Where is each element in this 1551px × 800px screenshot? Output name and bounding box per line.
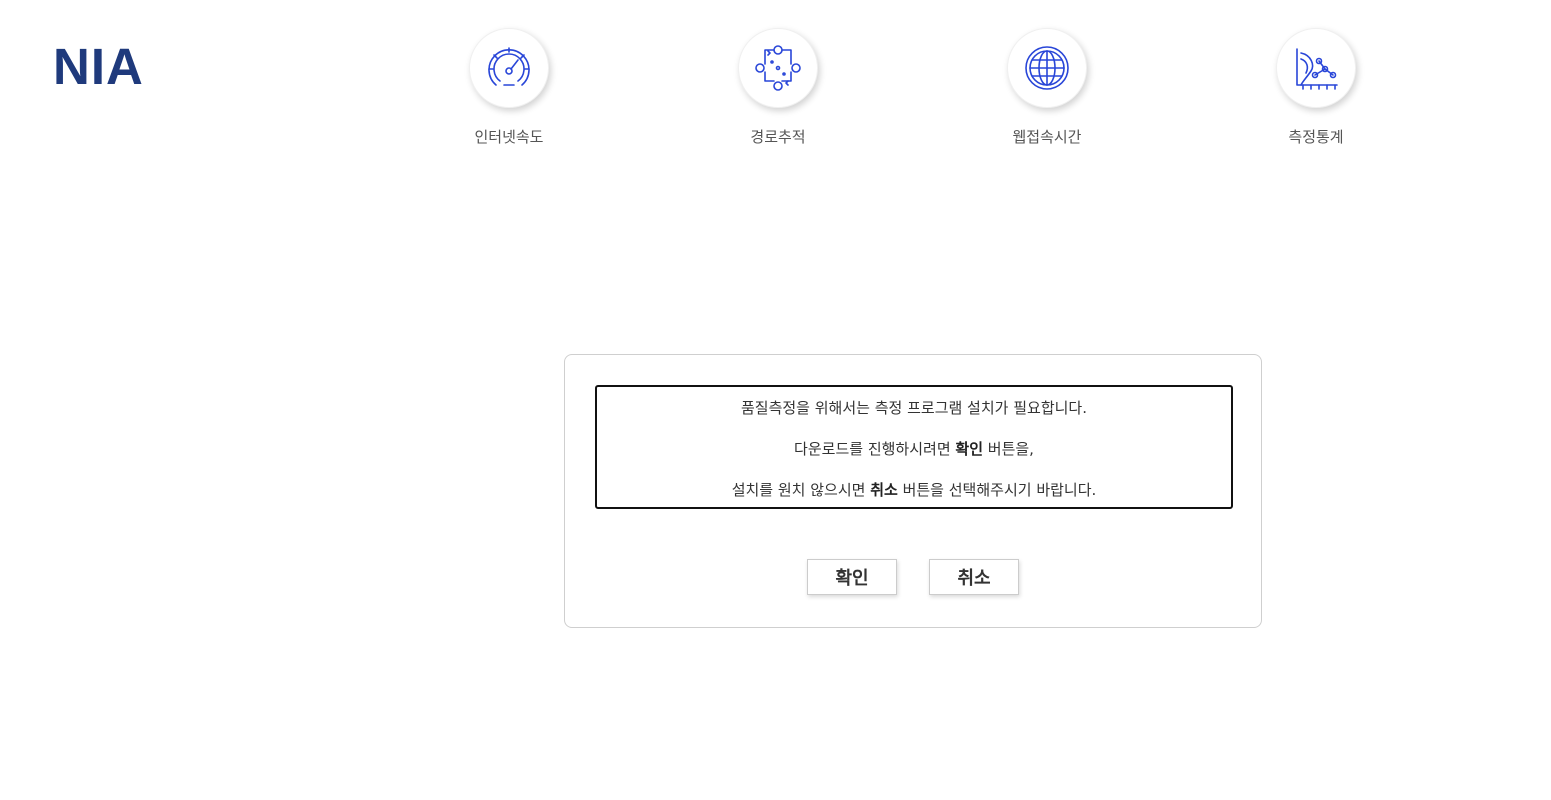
nav-label: 경로추적: [750, 128, 806, 146]
page: NIA 인터넷속도 경로추적 웹접속시간 측정통계 품질측정을 위해서는 측정 …: [0, 0, 1551, 800]
nav-label: 인터넷속도: [474, 128, 544, 146]
cancel-button[interactable]: 취소: [929, 559, 1019, 595]
message-line-3: 설치를 원치 않으시면 취소 버튼을 선택해주시기 바랍니다.: [731, 481, 1097, 499]
nav-label: 웹접속시간: [1012, 128, 1082, 146]
cancel-emphasis: 취소: [870, 481, 898, 499]
globe-icon: [1025, 46, 1069, 90]
nav-item-internet-speed[interactable]: 인터넷속도: [429, 28, 589, 146]
top-navigation: 인터넷속도 경로추적 웹접속시간 측정통계: [0, 28, 1551, 158]
message-line-1: 품질측정을 위해서는 측정 프로그램 설치가 필요합니다.: [740, 399, 1087, 417]
message-box: 품질측정을 위해서는 측정 프로그램 설치가 필요합니다. 다운로드를 진행하시…: [595, 385, 1233, 509]
route-trace-icon: [755, 45, 801, 91]
confirm-emphasis: 확인: [955, 440, 983, 458]
nav-label: 측정통계: [1288, 128, 1344, 146]
confirm-button[interactable]: 확인: [807, 559, 897, 595]
install-dialog: 품질측정을 위해서는 측정 프로그램 설치가 필요합니다. 다운로드를 진행하시…: [564, 354, 1262, 628]
statistics-icon: [1296, 48, 1338, 90]
nav-icon-circle[interactable]: [1276, 28, 1356, 108]
speedometer-icon: [488, 47, 530, 86]
nav-icon-circle[interactable]: [469, 28, 549, 108]
nav-item-route-trace[interactable]: 경로추적: [698, 28, 858, 146]
nav-icon-circle[interactable]: [738, 28, 818, 108]
nav-icon-circle[interactable]: [1007, 28, 1087, 108]
nav-item-web-access-time[interactable]: 웹접속시간: [967, 28, 1127, 146]
message-line-2: 다운로드를 진행하시려면 확인 버튼을,: [794, 440, 1034, 458]
nav-item-measurement-statistics[interactable]: 측정통계: [1236, 28, 1396, 146]
